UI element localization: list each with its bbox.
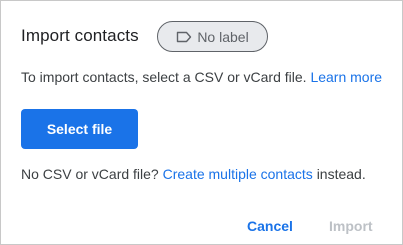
import-contacts-dialog: Import contacts No label To import conta… [0, 0, 403, 245]
cancel-button[interactable]: Cancel [247, 218, 293, 234]
no-file-suffix: instead. [316, 166, 366, 182]
select-file-button[interactable]: Select file [21, 109, 138, 149]
no-file-message: No CSV or vCard file? Create multiple co… [21, 166, 366, 182]
dialog-title: Import contacts [21, 26, 139, 45]
label-chip-text: No label [197, 28, 249, 45]
label-outline-icon [176, 31, 192, 43]
import-button[interactable]: Import [329, 218, 373, 234]
import-instructions: To import contacts, select a CSV or vCar… [21, 69, 382, 85]
create-multiple-contacts-link[interactable]: Create multiple contacts [163, 166, 313, 182]
label-chip[interactable]: No label [157, 21, 268, 52]
instructions-text: To import contacts, select a CSV or vCar… [21, 69, 307, 85]
no-file-prefix: No CSV or vCard file? [21, 166, 159, 182]
learn-more-link[interactable]: Learn more [310, 69, 382, 85]
